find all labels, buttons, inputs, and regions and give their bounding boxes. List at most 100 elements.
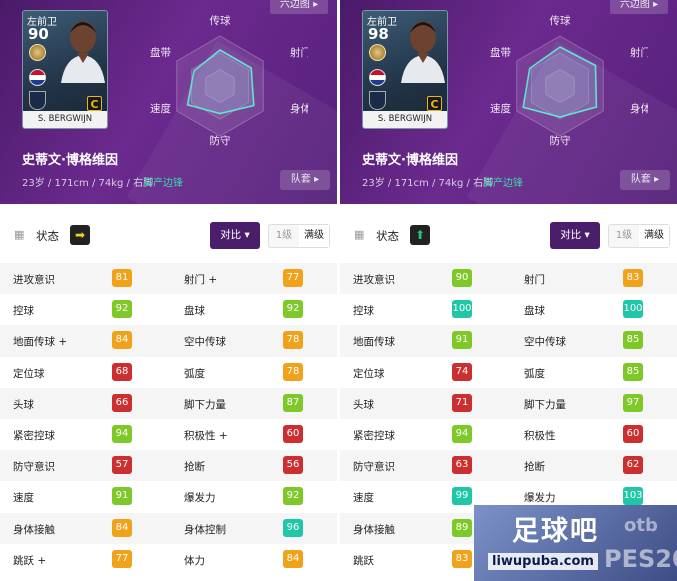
- stat-value: 71: [452, 393, 472, 412]
- stat-row: 紧密控球 94 积极性 + 60: [0, 419, 337, 450]
- stat-row: 头球 71 脚下力量 97: [340, 387, 677, 419]
- watermark-title: 足球吧: [512, 516, 599, 547]
- card-player-name: S. BERGWIJN: [363, 111, 447, 128]
- radar-label: 射门: [630, 46, 648, 59]
- medal-icon: [369, 44, 386, 61]
- stat-name: 控球: [13, 305, 34, 318]
- stat-name: 地面传球: [353, 336, 395, 349]
- stat-row: 地面传球 + 84 空中传球 78: [0, 325, 337, 357]
- stat-value: 74: [452, 362, 472, 381]
- player-portrait: [61, 21, 105, 83]
- stat-name: 防守意识: [13, 461, 55, 474]
- stat-row: 控球 100 盘球 100: [340, 294, 677, 325]
- stat-value: 78: [283, 362, 303, 381]
- play-style[interactable]: 高产边锋: [483, 174, 523, 189]
- stat-name: 定位球: [13, 367, 45, 380]
- watermark-bg-text: otb: [624, 515, 658, 536]
- max-level-option[interactable]: 满级: [299, 225, 329, 247]
- stat-name: 积极性 +: [184, 429, 228, 442]
- stat-value: 96: [283, 518, 303, 537]
- status-label: 状态: [36, 229, 59, 243]
- stat-name: 头球: [353, 398, 374, 411]
- stat-value: 87: [283, 393, 303, 412]
- stat-value: 97: [623, 393, 643, 412]
- stat-name: 弧度: [524, 367, 545, 380]
- stat-value: 103: [623, 487, 643, 506]
- stat-name: 抢断: [184, 461, 205, 474]
- stat-value: 94: [452, 424, 472, 443]
- condition-arrow-icon: ⬆: [410, 225, 430, 245]
- player-portrait: [401, 21, 445, 83]
- radar-label: 身体: [630, 102, 648, 115]
- stat-name: 进攻意识: [353, 274, 395, 286]
- radar-outer-hex: [176, 35, 264, 137]
- stat-value: 100: [452, 300, 472, 319]
- player-header: 左前卫 98 C S. BERGWIJN 六边图 ▸ 传球 射门 身体 防守 速度 盘带 史蒂文·博格…: [340, 0, 677, 204]
- status-label: 状态: [376, 229, 399, 243]
- player-name: 史蒂文·博格维因: [362, 153, 458, 168]
- stat-value: 57: [112, 456, 132, 475]
- stat-value: 81: [112, 269, 132, 287]
- stat-row: 地面传球 91 空中传球 85: [340, 325, 677, 357]
- radar-label: 身体: [290, 102, 308, 115]
- radar-outer-hex: [516, 35, 604, 137]
- stat-value: 68: [112, 362, 132, 381]
- player-panel: 左前卫 98 C S. BERGWIJN 六边图 ▸ 传球 射门 身体 防守 速度 盘带 史蒂文·博格…: [340, 0, 677, 581]
- watermark-url: liwupuba.com: [488, 553, 598, 570]
- compare-button[interactable]: 对比 ▾: [210, 222, 260, 249]
- card-rating: 98: [368, 25, 389, 43]
- condition-arrow-icon: ➡: [70, 225, 90, 245]
- stat-value: 84: [283, 549, 303, 568]
- club-badge-icon: [29, 91, 46, 110]
- stat-name: 盘球: [524, 305, 545, 318]
- stat-value: 85: [623, 362, 643, 381]
- stat-value: 84: [112, 331, 132, 350]
- stat-name: 速度: [353, 492, 374, 505]
- stat-name: 身体接触: [13, 523, 55, 536]
- level-1-option[interactable]: 1级: [609, 225, 639, 247]
- team-set-button[interactable]: 队套 ▸: [620, 170, 670, 190]
- level-1-option[interactable]: 1级: [269, 225, 299, 247]
- stat-value: 100: [623, 300, 643, 319]
- max-level-option[interactable]: 满级: [639, 225, 669, 247]
- stat-value: 83: [452, 549, 472, 568]
- stat-name: 跳跃 +: [13, 554, 47, 567]
- stat-name: 地面传球 +: [13, 336, 68, 349]
- status-bar: ▦ 状态 ⬆ 对比 ▾ 1级 满级: [340, 214, 677, 258]
- stat-value: 92: [283, 487, 303, 506]
- stat-value: 77: [283, 269, 303, 287]
- card-rating: 90: [28, 25, 49, 43]
- radar-inner-hex: [545, 68, 575, 104]
- status-bar: ▦ 状态 ➡ 对比 ▾ 1级 满级: [0, 214, 337, 258]
- radar-label: 传球: [210, 14, 231, 27]
- stat-value: 89: [452, 518, 472, 537]
- level-toggle: 1级 满级: [608, 224, 670, 248]
- player-card[interactable]: 左前卫 90 C S. BERGWIJN: [22, 10, 108, 129]
- compare-button[interactable]: 对比 ▾: [550, 222, 600, 249]
- stat-value: 56: [283, 456, 303, 475]
- stat-row: 控球 92 盘球 92: [0, 294, 337, 325]
- stat-row: 紧密控球 94 积极性 60: [340, 419, 677, 450]
- stat-value: 60: [623, 424, 643, 443]
- radar-chart: 传球射门身体防守 速度 盘带: [150, 14, 308, 147]
- stat-value: 83: [623, 269, 643, 287]
- stat-name: 跳跃: [353, 554, 374, 567]
- player-header: 左前卫 90 C S. BERGWIJN 六边图 ▸ 传球 射门 身体 防守 速度 盘带 史蒂文·博格…: [0, 0, 337, 204]
- stat-row: 进攻意识 90 射门 83: [340, 263, 677, 295]
- stat-name: 脚下力量: [184, 398, 226, 411]
- radar-inner-hex: [205, 68, 235, 104]
- stat-name: 体力: [184, 554, 205, 567]
- club-badge-icon: [369, 91, 386, 110]
- play-style[interactable]: 高产边锋: [143, 174, 183, 189]
- player-card[interactable]: 左前卫 98 C S. BERGWIJN: [362, 10, 448, 129]
- stat-value: 66: [112, 393, 132, 412]
- radar-label: 盘带: [150, 46, 171, 59]
- team-set-button[interactable]: 队套 ▸: [280, 170, 330, 190]
- card-class-badge: C: [87, 96, 102, 111]
- radar-label: 速度: [490, 102, 511, 115]
- stat-name: 空中传球: [184, 336, 226, 349]
- stat-name: 紧密控球: [13, 429, 55, 442]
- player-info: 23岁 / 171cm / 74kg / 右脚: [22, 178, 154, 189]
- watermark: otb PES20 足球吧 liwupuba.com: [474, 505, 677, 581]
- stat-value: 63: [452, 456, 472, 475]
